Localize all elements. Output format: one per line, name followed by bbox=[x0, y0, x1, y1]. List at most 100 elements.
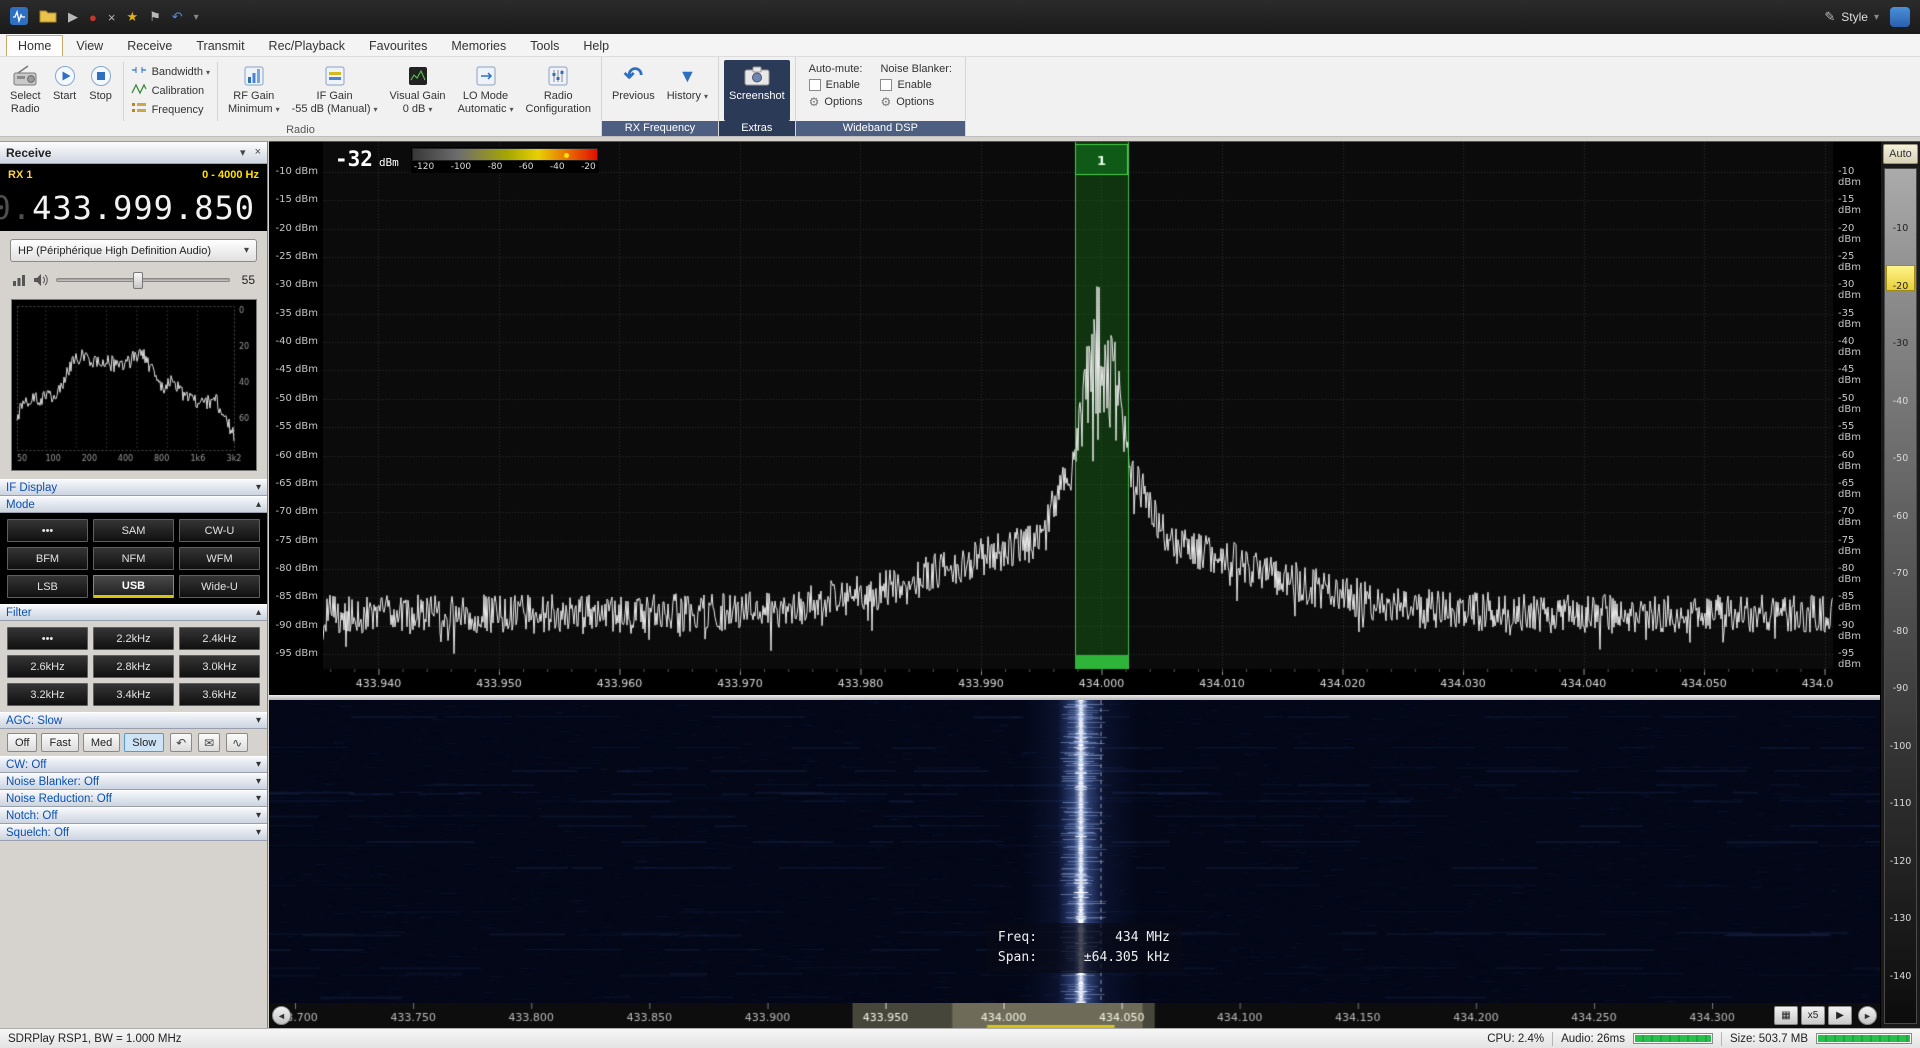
tab-view[interactable]: View bbox=[65, 36, 114, 56]
axis-label-dbm: -85 dBm bbox=[1838, 591, 1861, 614]
rf-gain-button[interactable]: RF Gain Minimum bbox=[223, 60, 285, 123]
filter-button-3-0khz[interactable]: 3.0kHz bbox=[179, 655, 260, 678]
favourite-star-icon[interactable]: ★ bbox=[126, 9, 138, 25]
agc-button-med[interactable]: Med bbox=[82, 733, 121, 752]
screenshot-button[interactable]: Screenshot bbox=[723, 60, 790, 121]
mode-button-nfm[interactable]: NFM bbox=[93, 547, 174, 570]
receive-panel-header[interactable]: Receive ▾ × bbox=[0, 142, 267, 164]
tab-tools[interactable]: Tools bbox=[519, 36, 570, 56]
filter-button-dots[interactable]: ••• bbox=[7, 627, 88, 650]
close-session-icon[interactable]: × bbox=[108, 10, 116, 25]
bandwidth-button[interactable]: Bandwidth bbox=[131, 62, 210, 81]
lo-mode-button[interactable]: LO Mode Automatic bbox=[453, 60, 519, 123]
speaker-icon[interactable] bbox=[33, 273, 49, 287]
tab-help[interactable]: Help bbox=[572, 36, 620, 56]
filter-button-2-8khz[interactable]: 2.8kHz bbox=[93, 655, 174, 678]
scroll-right-button[interactable]: ► bbox=[1858, 1006, 1877, 1025]
bandwidth-icon bbox=[131, 63, 147, 80]
chevron-down-icon: ▾ bbox=[255, 482, 261, 493]
filter-button-2-4khz[interactable]: 2.4kHz bbox=[179, 627, 260, 650]
section-cw[interactable]: CW: Off ▾ bbox=[0, 756, 267, 773]
level-scale-track[interactable]: -10 -20 -30 -40 -50 -60 -70 -80 -90 -100 -110 -120 -… bbox=[1884, 168, 1917, 1024]
play-icon[interactable]: ▶ bbox=[68, 9, 78, 25]
chevron-down-icon: ▾ bbox=[243, 245, 249, 256]
filter-button-3-2khz[interactable]: 3.2kHz bbox=[7, 683, 88, 706]
frequency-button[interactable]: Frequency bbox=[131, 100, 210, 119]
calibration-button[interactable]: Calibration bbox=[130, 81, 210, 100]
mode-button-dots[interactable]: ••• bbox=[7, 519, 88, 542]
level-scale-label: -140 bbox=[1889, 970, 1912, 982]
if-gain-button[interactable]: IF Gain -55 dB (Manual) bbox=[287, 60, 383, 123]
record-icon[interactable]: ● bbox=[89, 10, 97, 25]
tab-transmit[interactable]: Transmit bbox=[185, 36, 255, 56]
axis-label-dbm: -20 dBm bbox=[275, 222, 318, 234]
section-filter[interactable]: Filter ▴ bbox=[0, 604, 267, 621]
filter-button-3-6khz[interactable]: 3.6kHz bbox=[179, 683, 260, 706]
frequency-history-button[interactable]: ▼ History bbox=[662, 60, 713, 121]
section-noise-blanker[interactable]: Noise Blanker: Off ▾ bbox=[0, 773, 267, 790]
mode-button-sam[interactable]: SAM bbox=[93, 519, 174, 542]
zoom-button[interactable]: x5 bbox=[1801, 1006, 1825, 1025]
filter-button-3-4khz[interactable]: 3.4kHz bbox=[93, 683, 174, 706]
step-right-button[interactable]: ▶ bbox=[1828, 1006, 1852, 1025]
mode-button-lsb[interactable]: LSB bbox=[7, 575, 88, 598]
tab-receive[interactable]: Receive bbox=[116, 36, 183, 56]
flag-icon[interactable]: ⚑ bbox=[149, 9, 161, 25]
mode-button-bfm[interactable]: BFM bbox=[7, 547, 88, 570]
undo-icon[interactable]: ↶ bbox=[172, 9, 183, 25]
scroll-left-button[interactable]: ◄ bbox=[272, 1006, 291, 1025]
auto-mute-enable-checkbox[interactable]: Enable bbox=[808, 79, 863, 91]
agc-button-fast[interactable]: Fast bbox=[41, 733, 79, 752]
auto-scale-button[interactable]: Auto bbox=[1883, 144, 1918, 164]
noise-blanker-enable-checkbox[interactable]: Enable bbox=[880, 79, 952, 91]
radio-configuration-button[interactable]: Radio Configuration bbox=[521, 60, 596, 123]
app-logo-icon bbox=[10, 6, 28, 28]
axis-label-dbm: -55 dBm bbox=[1838, 421, 1861, 444]
auto-mute-options-button[interactable]: ⚙ Options bbox=[809, 95, 863, 109]
volume-slider[interactable] bbox=[56, 272, 230, 289]
tab-memories[interactable]: Memories bbox=[440, 36, 517, 56]
section-if-display[interactable]: IF Display ▾ bbox=[0, 479, 267, 496]
section-noise-reduction[interactable]: Noise Reduction: Off ▾ bbox=[0, 790, 267, 807]
start-button[interactable]: Start bbox=[48, 60, 82, 123]
style-selector[interactable]: ✎ Style ▾ bbox=[1824, 9, 1879, 25]
panel-close-icon[interactable]: × bbox=[255, 146, 261, 159]
envelope-icon[interactable]: ✉ bbox=[198, 733, 221, 752]
frequency-display[interactable]: 0. 433.999.850 bbox=[0, 185, 267, 231]
app-badge-icon[interactable] bbox=[1890, 7, 1910, 27]
visual-gain-button[interactable]: Visual Gain 0 dB bbox=[385, 60, 451, 123]
mode-button-cw-u[interactable]: CW-U bbox=[179, 519, 260, 542]
tab-rec-playback[interactable]: Rec/Playback bbox=[258, 36, 356, 56]
levels-icon[interactable] bbox=[12, 274, 26, 287]
quick-access-chevron-icon[interactable]: ▾ bbox=[194, 12, 199, 23]
tab-home[interactable]: Home bbox=[6, 35, 64, 56]
noise-blanker-options-button[interactable]: ⚙ Options bbox=[880, 95, 952, 109]
filter-button-2-2khz[interactable]: 2.2kHz bbox=[93, 627, 174, 650]
spectrum-display[interactable] bbox=[323, 142, 1833, 695]
section-agc[interactable]: AGC: Slow ▾ bbox=[0, 712, 267, 729]
chevron-down-icon: ▾ bbox=[255, 759, 261, 770]
mode-button-wfm[interactable]: WFM bbox=[179, 547, 260, 570]
stop-button[interactable]: Stop bbox=[84, 60, 118, 123]
previous-frequency-button[interactable]: ↶ Previous bbox=[607, 60, 660, 121]
axis-label-dbm: -40 dBm bbox=[275, 336, 318, 348]
sine-icon[interactable]: ∿ bbox=[226, 733, 249, 752]
level-scale-label: -50 bbox=[1892, 453, 1909, 464]
open-folder-icon[interactable] bbox=[39, 8, 57, 26]
filter-button-2-6khz[interactable]: 2.6kHz bbox=[7, 655, 88, 678]
undo-icon[interactable]: ↶ bbox=[170, 733, 193, 752]
agc-button-off[interactable]: Off bbox=[7, 733, 38, 752]
waterfall-grid-button[interactable]: ▦ bbox=[1774, 1006, 1798, 1025]
select-radio-button[interactable]: Select Radio bbox=[5, 60, 46, 123]
mode-button-wide-u[interactable]: Wide-U bbox=[179, 575, 260, 598]
panel-collapse-icon[interactable]: ▾ bbox=[240, 146, 246, 159]
section-notch[interactable]: Notch: Off ▾ bbox=[0, 807, 267, 824]
agc-button-slow[interactable]: Slow bbox=[124, 733, 165, 752]
mode-button-usb[interactable]: USB bbox=[93, 575, 174, 598]
audio-device-select[interactable]: HP (Périphérique High Definition Audio) … bbox=[10, 239, 257, 262]
tab-favourites[interactable]: Favourites bbox=[358, 36, 438, 56]
volume-slider-thumb[interactable] bbox=[132, 272, 143, 289]
section-squelch[interactable]: Squelch: Off ▾ bbox=[0, 824, 267, 841]
checkbox-icon bbox=[880, 79, 893, 91]
section-mode[interactable]: Mode ▴ bbox=[0, 496, 267, 513]
